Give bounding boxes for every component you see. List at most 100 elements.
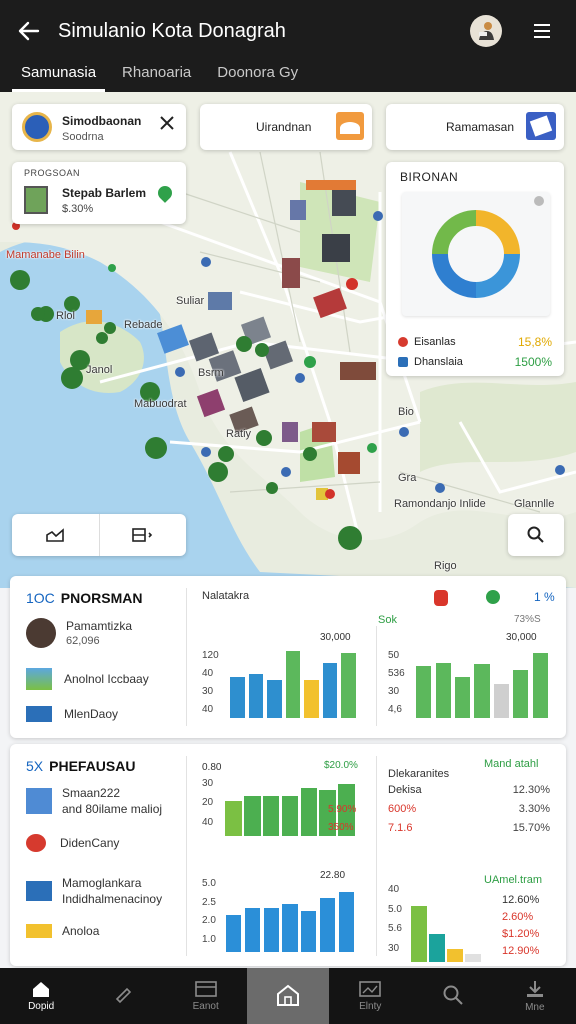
chart-value: 2.60% xyxy=(502,911,534,923)
nav-board[interactable]: Eanot xyxy=(165,968,247,1024)
home-icon xyxy=(33,982,50,997)
building-icon xyxy=(24,186,48,214)
chart-toggle-button[interactable] xyxy=(12,514,100,556)
home-small-icon xyxy=(398,357,408,367)
chart-bar xyxy=(429,934,445,962)
info-card[interactable]: PROGSOAN Stepab Barlem $.30% xyxy=(12,162,186,224)
map-label: Glannlle xyxy=(514,498,555,510)
finance-row[interactable]: DidenCany xyxy=(26,834,119,852)
menu-button[interactable] xyxy=(528,17,556,45)
row-label: Pamamtizka xyxy=(66,619,133,633)
layer-chip-1[interactable]: Uirandnan xyxy=(200,104,372,150)
y-tick-label: 2.0 xyxy=(202,915,216,926)
y-tick-label: 40 xyxy=(202,704,214,715)
chart-bar xyxy=(225,800,242,836)
tab-doonora[interactable]: Doonora Gy xyxy=(208,52,307,92)
chart-bar xyxy=(285,651,301,718)
nav-gallery[interactable]: Elnty xyxy=(329,968,411,1024)
member-row[interactable]: MlenDaoy xyxy=(26,706,118,722)
distribution-card[interactable]: BIRONAN Eisanlas 15,8% Dhanslaia 1500% xyxy=(386,162,564,376)
chart-3-right-label: $20.0% xyxy=(324,760,358,771)
map-label: Suliar xyxy=(176,295,205,307)
bar-chart-4 xyxy=(224,884,356,952)
profile-avatar[interactable] xyxy=(470,15,502,47)
stat-row: Dekisa 12.30% xyxy=(388,784,550,803)
chart-3-value: 350% xyxy=(328,822,354,833)
map-label: Rlol xyxy=(56,310,75,322)
chart-bar xyxy=(282,904,298,952)
location-search-card[interactable]: Simodbaonan Soodrna xyxy=(12,104,186,150)
layer-chip-2[interactable]: Ramamasan xyxy=(386,104,564,150)
chart-bar xyxy=(416,666,432,718)
stat-value: 12.30% xyxy=(512,784,550,796)
chart-bar xyxy=(244,907,260,952)
nav-home[interactable]: Dopid xyxy=(0,968,82,1024)
city-map[interactable]: Mamanabe Bilin Rlol Rebade Suliar Janol … xyxy=(0,92,576,588)
map-label: Mamanabe Bilin xyxy=(6,249,85,261)
chart-value: $1.20% xyxy=(502,928,540,940)
row-label: Anoloa xyxy=(62,924,100,938)
nav-house[interactable] xyxy=(246,968,330,1024)
stats-title: Dlekaranites xyxy=(388,768,450,780)
panel-2-icon: 5X xyxy=(26,758,44,774)
chart-bar xyxy=(465,953,481,962)
y-tick-label: 2.5 xyxy=(202,896,216,908)
chart-bar xyxy=(267,679,282,718)
heart-icon xyxy=(26,834,46,852)
stat-label: Dekisa xyxy=(388,784,422,796)
nav-label: Dopid xyxy=(28,1001,55,1012)
location-title: Simodbaonan xyxy=(62,114,142,128)
bar-chart-1 xyxy=(228,644,358,718)
location-pin-icon xyxy=(155,183,175,203)
chart-2-yticks: 50 536 30 4,6 xyxy=(388,650,412,722)
gallery-icon xyxy=(359,981,382,997)
map-search-button[interactable] xyxy=(508,514,564,556)
legend-item: Eisanlas 15,8% xyxy=(398,332,552,352)
finance-row[interactable]: Anoloa xyxy=(26,924,99,938)
finance-row[interactable]: Smaan222 and 80ilame malioj xyxy=(26,786,162,816)
donut-legend: Eisanlas 15,8% Dhanslaia 1500% xyxy=(398,332,552,372)
nav-tags[interactable] xyxy=(82,968,164,1024)
nav-download[interactable]: Mne xyxy=(494,968,576,1024)
y-tick-label: 30 xyxy=(202,778,214,789)
green-pin-icon xyxy=(486,590,500,604)
panel-1-heading: 1OC PNORSMAN xyxy=(26,590,142,606)
y-tick-label: 30 xyxy=(202,686,214,697)
alert-pin-icon xyxy=(434,590,448,606)
chart-3-left-label: 0.80 xyxy=(202,762,222,773)
nav-search[interactable] xyxy=(411,968,493,1024)
stat-row: 7.1.6 15.70% xyxy=(388,822,550,841)
heart-icon xyxy=(398,337,408,347)
y-tick-label: 120 xyxy=(202,650,219,661)
bar-chart-2 xyxy=(414,644,550,718)
stat-value: 15.70% xyxy=(512,822,550,834)
stat-label: 7.1.6 xyxy=(388,822,413,834)
chart-bar xyxy=(447,949,463,962)
chart-bar xyxy=(243,796,261,836)
tag-icon xyxy=(116,987,132,1003)
finance-row[interactable]: Mamoglankara Indidhalmenacinoy xyxy=(26,876,162,906)
map-label: Bio xyxy=(398,406,414,418)
population-row[interactable]: Pamamtizka 62,096 xyxy=(26,618,132,648)
chip-1-thumbnail-icon xyxy=(336,112,364,140)
close-icon[interactable] xyxy=(160,116,174,135)
tab-bar: Samunasia Rhanoaria Doonora Gy xyxy=(0,52,576,92)
y-tick-label: 30 xyxy=(388,942,400,954)
grid-icon xyxy=(26,788,52,814)
population-panel: 1OC PNORSMAN Pamamtizka 62,096 Anolnol Ic… xyxy=(10,576,566,738)
layers-button[interactable] xyxy=(100,514,187,556)
tab-rhanoaria[interactable]: Rhanoaria xyxy=(113,52,200,92)
y-tick-label: 30 xyxy=(388,686,400,697)
chart-bar xyxy=(301,911,317,952)
info-card-title: Stepab Barlem xyxy=(62,186,147,200)
nav-label: Eanot xyxy=(192,1001,219,1012)
row-sub: 62,096 xyxy=(66,635,100,647)
tab-samunasia[interactable]: Samunasia xyxy=(12,52,106,92)
analytics-row[interactable]: Anolnol Iccbaay xyxy=(26,668,149,690)
y-tick-label: 5.6 xyxy=(388,923,402,934)
legend-label: Eisanlas xyxy=(414,336,456,348)
landscape-icon xyxy=(26,668,52,690)
y-tick-label: 1.0 xyxy=(202,933,216,945)
y-tick-label: 4,6 xyxy=(388,704,402,715)
chart-3-yticks: 30 20 40 xyxy=(202,778,226,836)
